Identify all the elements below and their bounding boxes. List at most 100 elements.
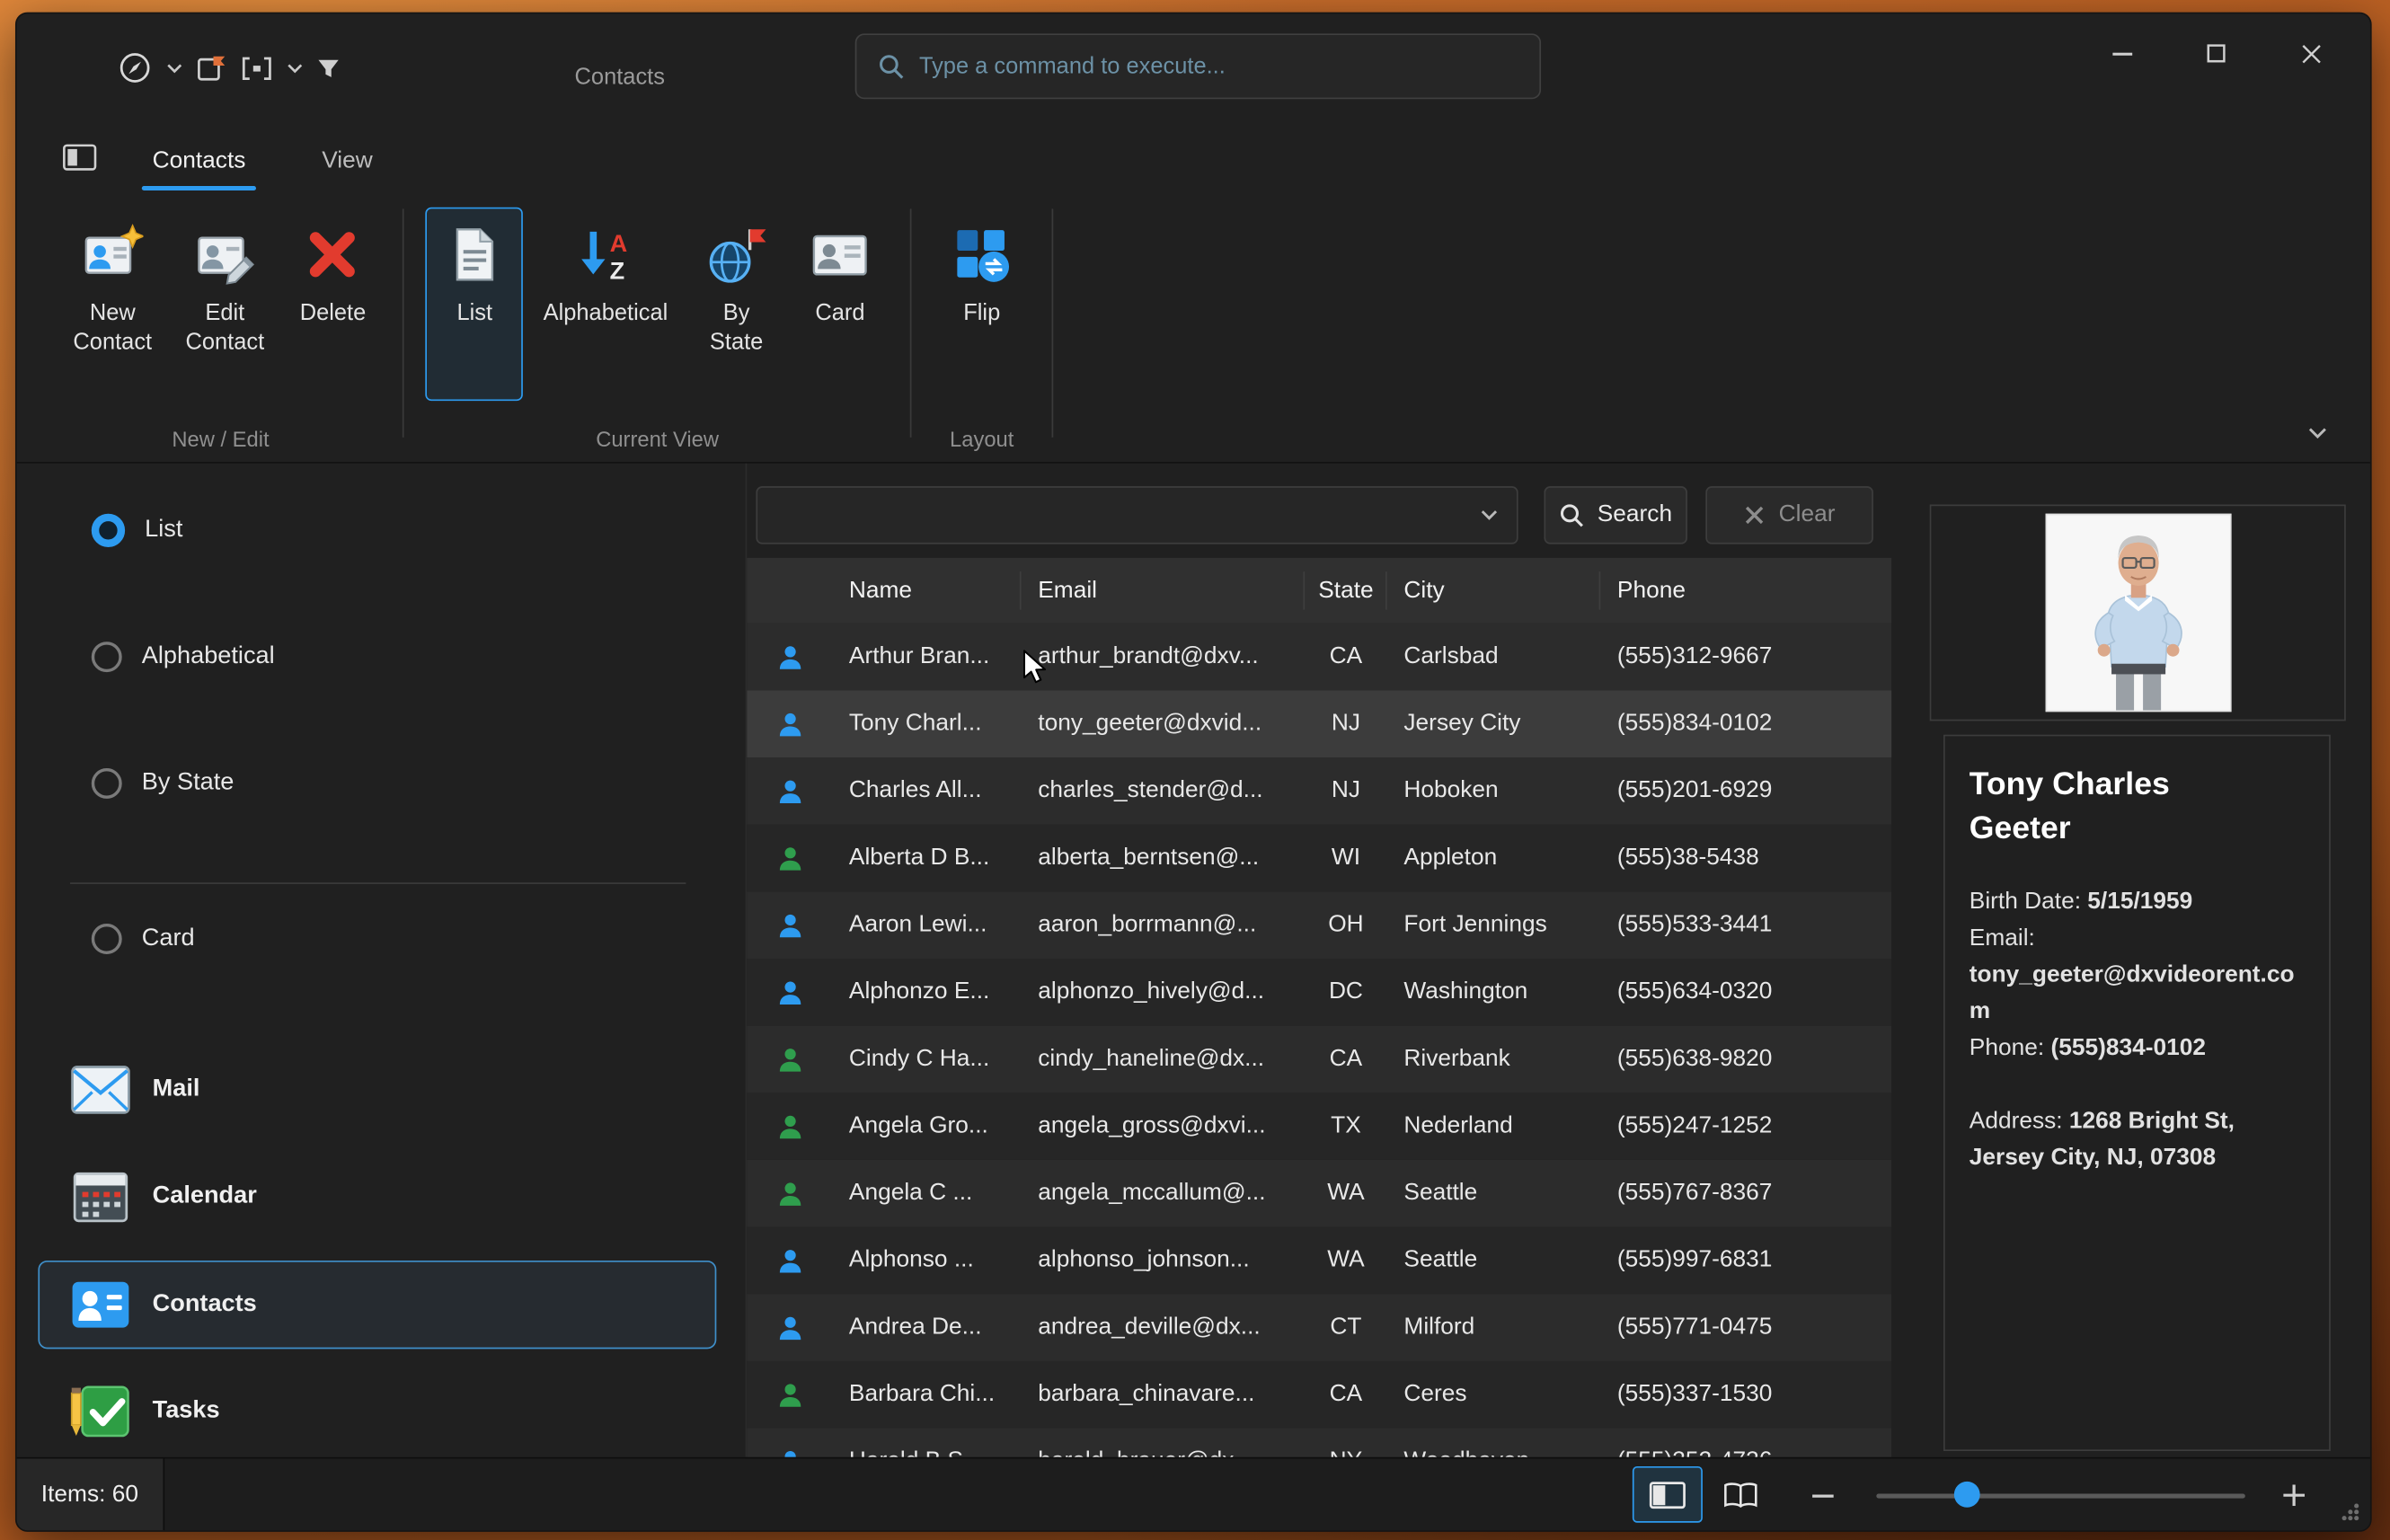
detail-field: Address: 1268 Bright St, Jersey City, NJ… [1970, 1103, 2305, 1176]
ribbon-button-edit-contact[interactable]: Edit Contact [172, 208, 278, 401]
column-header-phone[interactable]: Phone [1600, 558, 1891, 624]
selection-brackets-icon[interactable] [241, 54, 273, 82]
cell-state: WA [1305, 1247, 1387, 1275]
filter-icon[interactable] [317, 58, 340, 79]
contact-row[interactable]: Tony Charl...tony_geeter@dxvid...NJJerse… [747, 690, 1891, 757]
book-view-button[interactable] [1705, 1466, 1775, 1523]
view-radio-by-state[interactable]: By State [92, 762, 235, 804]
statusbar: Items: 60 [17, 1457, 2370, 1530]
person-green-icon [776, 1047, 802, 1073]
clear-button[interactable]: Clear [1705, 486, 1873, 544]
ribbon-button-delete[interactable]: Delete [284, 208, 382, 401]
contact-row[interactable]: Barbara Chi...barbara_chinavare...CACere… [747, 1361, 1891, 1429]
cell-name: Angela Gro... [832, 1112, 1021, 1140]
contact-type-cell [747, 1181, 832, 1207]
resize-grip[interactable] [2338, 1500, 2359, 1521]
column-header-city[interactable]: City [1387, 558, 1601, 624]
ribbon-button-new-contact[interactable]: New Contact [59, 208, 165, 401]
sidebar-item-tasks[interactable]: Tasks [38, 1367, 716, 1456]
sidebar-item-label: Contacts [153, 1291, 257, 1319]
ribbon: New ContactEdit ContactDeleteNew / EditL… [17, 193, 2370, 463]
card-icon [810, 224, 871, 285]
contact-row[interactable]: Harold B S...harold_brauer@dx...NYWoodha… [747, 1429, 1891, 1461]
view-radio-list[interactable]: List [92, 509, 183, 553]
cell-state: DC [1305, 978, 1387, 1006]
contact-row[interactable]: Andrea De...andrea_deville@dx...CTMilfor… [747, 1294, 1891, 1361]
contact-row[interactable]: Arthur Bran...arthur_brandt@dxv...CACarl… [747, 624, 1891, 691]
search-button[interactable]: Search [1544, 486, 1686, 544]
sidebar-item-contacts[interactable]: Contacts [38, 1261, 716, 1349]
list-icon [444, 224, 505, 285]
view-radio-alphabetical[interactable]: Alphabetical [92, 635, 275, 678]
zoom-slider-thumb[interactable] [1954, 1482, 1980, 1508]
contact-row[interactable]: Cindy C Ha...cindy_haneline@dx...CARiver… [747, 1026, 1891, 1093]
contacts-list-panel: Search Clear NameEmailStateCityPhone Art… [747, 464, 1891, 1460]
filter-combobox[interactable] [756, 486, 1518, 544]
command-search-box[interactable]: Type a command to execute... [855, 33, 1541, 99]
person-blue-icon [776, 644, 802, 670]
collapse-ribbon-button[interactable] [2307, 427, 2327, 440]
maximize-button[interactable] [2169, 22, 2263, 85]
contact-row[interactable]: Angela Gro...angela_gross@dxvi...TXNeder… [747, 1093, 1891, 1160]
contact-row[interactable]: Charles All...charles_stender@d...NJHobo… [747, 757, 1891, 825]
cell-name: Angela C ... [832, 1180, 1021, 1208]
cell-email: charles_stender@d... [1022, 777, 1306, 805]
zoom-in-button[interactable] [2283, 1458, 2305, 1531]
column-header-state[interactable]: State [1305, 558, 1387, 624]
ribbon-button-alphabetical[interactable]: AZAlphabetical [529, 208, 681, 401]
contact-row[interactable]: Alphonzo E...alphonzo_hively@d...DCWashi… [747, 959, 1891, 1026]
column-header-email[interactable]: Email [1022, 558, 1306, 624]
close-button[interactable] [2263, 22, 2358, 85]
radio-selected-icon [92, 514, 125, 547]
cell-name: Charles All... [832, 777, 1021, 805]
ribbon-button-card[interactable]: Card [792, 208, 890, 401]
contact-row[interactable]: Alphonso ...alphonso_johnson...WASeattle… [747, 1227, 1891, 1295]
view-radio-card[interactable]: Card [92, 917, 195, 960]
window-controls [2075, 22, 2359, 85]
contact-row[interactable]: Aaron Lewi...aaron_borrmann@...OHFort Je… [747, 891, 1891, 959]
cell-state: CA [1305, 1046, 1387, 1074]
contacts-icon [68, 1278, 132, 1332]
minimize-button[interactable] [2075, 22, 2169, 85]
ribbon-button-flip[interactable]: Flip [933, 208, 1031, 401]
file-menu-button[interactable] [63, 143, 98, 172]
edit-contact-icon [194, 224, 255, 285]
items-count-label: Items: 60 [41, 1481, 138, 1509]
cell-phone: (555)767-8367 [1600, 1180, 1891, 1208]
contact-type-cell [747, 1248, 832, 1274]
person-blue-icon [776, 1314, 802, 1341]
sidebar-item-mail[interactable]: Mail [38, 1046, 716, 1134]
reading-pane-view-button[interactable] [1633, 1466, 1703, 1523]
table-rows: Arthur Bran...arthur_brandt@dxv...CACarl… [747, 624, 1891, 1460]
chevron-down-icon[interactable] [166, 62, 183, 75]
contact-detail-card: Tony Charles Geeter Birth Date: 5/15/195… [1943, 735, 2331, 1451]
group-separator [403, 208, 405, 437]
contact-row[interactable]: Angela C ...angela_mccallum@...WASeattle… [747, 1160, 1891, 1227]
column-header-name[interactable]: Name [832, 558, 1021, 624]
zoom-out-button[interactable] [1812, 1458, 1834, 1531]
window-flag-icon[interactable] [197, 53, 227, 84]
ribbon-button-label: Flip [963, 298, 1000, 327]
compass-icon[interactable] [118, 50, 153, 85]
person-green-icon [776, 1113, 802, 1139]
ribbon-button-list[interactable]: List [426, 208, 524, 401]
ribbon-group-label: Current View [408, 427, 907, 451]
svg-text:Z: Z [610, 256, 625, 284]
tab-view[interactable]: View [315, 129, 378, 193]
cell-name: Andrea De... [832, 1314, 1021, 1341]
cell-name: Barbara Chi... [832, 1381, 1021, 1409]
ribbon-button-label: List [456, 298, 492, 327]
chevron-down-icon[interactable] [287, 62, 304, 75]
sidebar-item-calendar[interactable]: Calendar [38, 1152, 716, 1240]
person-blue-icon [776, 912, 802, 938]
ribbon-groups: New ContactEdit ContactDeleteNew / EditL… [17, 193, 2370, 462]
contact-row[interactable]: Alberta D B...alberta_berntsen@...WIAppl… [747, 825, 1891, 892]
cell-city: Seattle [1387, 1180, 1601, 1208]
ribbon-button-by-state[interactable]: By State [687, 208, 785, 401]
cell-name: Aaron Lewi... [832, 911, 1021, 939]
chevron-down-icon [1480, 509, 1498, 522]
detail-field-label: Phone: [1970, 1035, 2051, 1061]
zoom-slider-track[interactable] [1876, 1493, 2245, 1498]
tab-contacts[interactable]: Contacts [146, 129, 252, 193]
person-green-icon [776, 845, 802, 872]
